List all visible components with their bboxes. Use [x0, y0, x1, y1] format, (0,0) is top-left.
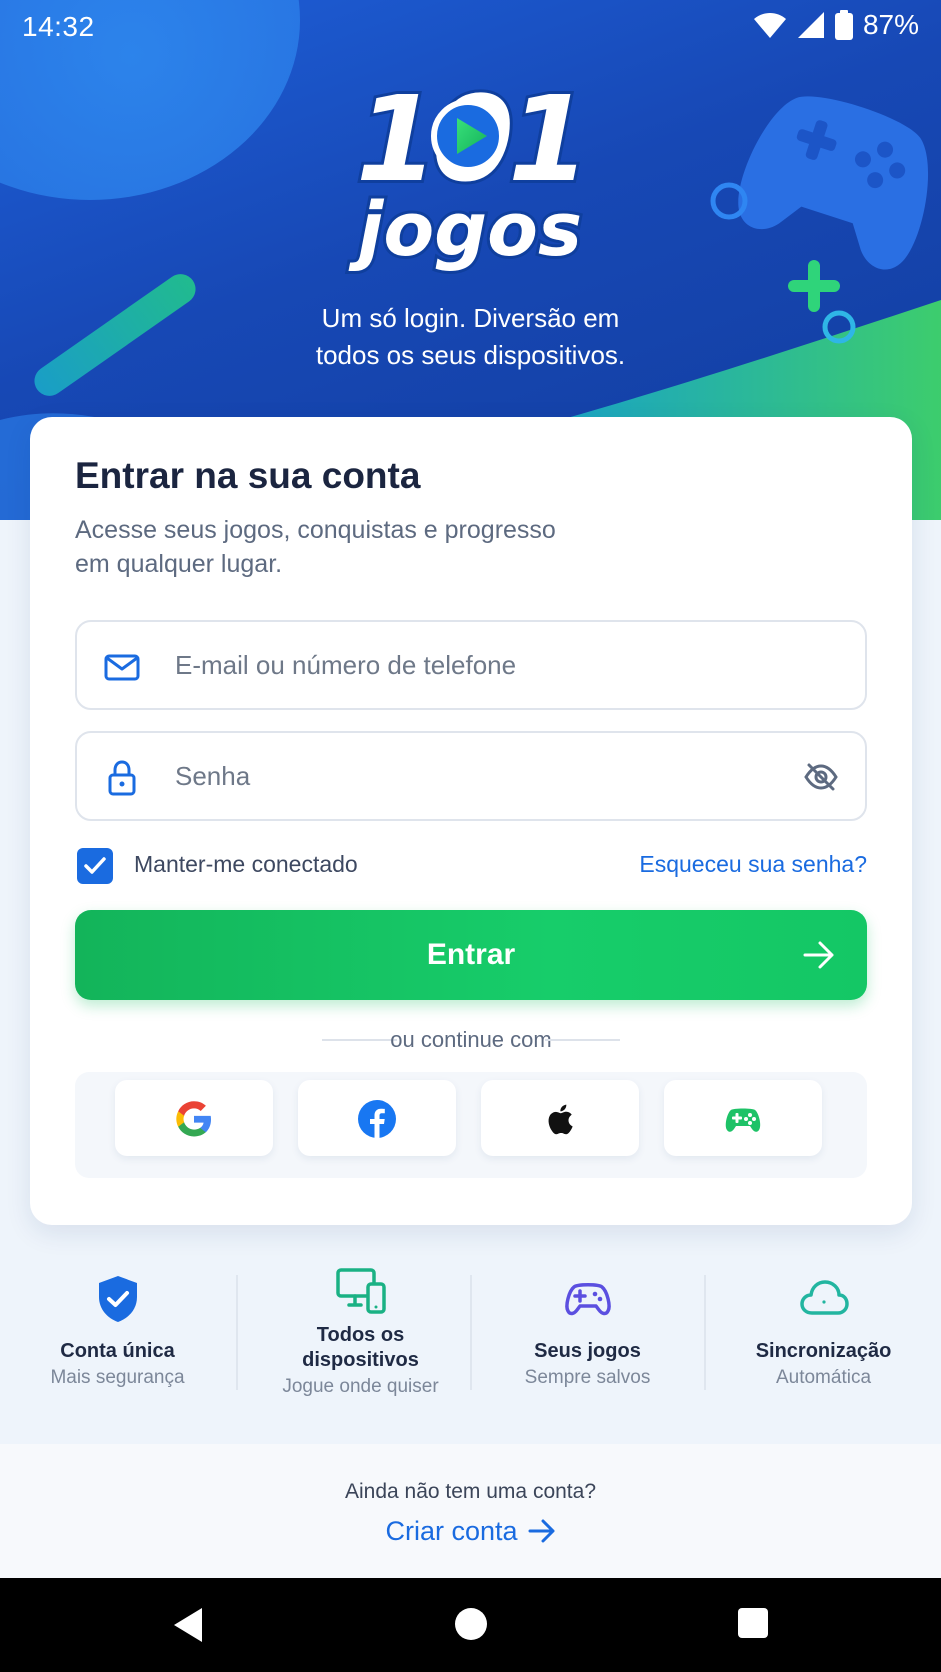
feature-sync: Sincronização Automática [706, 1265, 941, 1415]
wifi-icon [753, 13, 786, 38]
status-bar: 14:32 87% [0, 0, 941, 54]
hero-tagline: Um só login. Diversão em todos os seus d… [0, 300, 941, 374]
card-subtitle: Acesse seus jogos, conquistas e progress… [75, 513, 635, 581]
eye-off-icon[interactable] [803, 759, 839, 795]
feature-title-line: dispositivos [302, 1349, 419, 1371]
social-login-row [75, 1072, 867, 1178]
facebook-icon [358, 1100, 396, 1138]
status-icons: 87% [753, 9, 919, 41]
create-account-link[interactable]: Criar conta [0, 1516, 941, 1547]
forgot-password-link[interactable]: Esqueceu sua senha? [639, 851, 867, 878]
feature-desc: Mais segurança [50, 1367, 185, 1388]
remember-checkbox[interactable] [77, 848, 113, 884]
card-title: Entrar na sua conta [75, 455, 421, 496]
logo-101-jogos: 101 jogos [345, 70, 593, 276]
login-card: Entrar na sua conta Acesse seus jogos, c… [30, 417, 912, 1225]
password-placeholder: Senha [175, 761, 251, 791]
arrow-right-icon [803, 941, 834, 969]
devices-icon [335, 1268, 386, 1314]
facebook-login-button[interactable] [298, 1080, 456, 1156]
remember-row: Manter-me conectado Esqueceu sua senha? [75, 845, 867, 885]
divider-label: ou continue com [390, 1027, 552, 1052]
subtitle-line: Acesse seus jogos, conquistas e progress… [75, 516, 556, 544]
gamepad-icon [564, 1283, 611, 1316]
create-account-label: Criar conta [385, 1516, 518, 1546]
login-button-label: Entrar [426, 938, 516, 971]
check-icon [84, 857, 106, 874]
password-field[interactable]: Senha [75, 731, 867, 821]
signal-icon [797, 12, 824, 38]
cloud-icon [799, 1280, 849, 1315]
tagline-line: Um só login. Diversão em [321, 303, 620, 333]
lock-icon [108, 760, 136, 796]
gamepad-login-button[interactable] [664, 1080, 822, 1156]
features-row: Conta única Mais segurança Todos os disp… [0, 1265, 941, 1415]
feature-title: Todos os dispositivos [243, 1323, 478, 1373]
recents-icon[interactable] [735, 1605, 771, 1641]
google-icon [176, 1101, 211, 1137]
social-divider: ou continue com [75, 1025, 867, 1055]
battery-icon [834, 10, 853, 40]
feature-desc: Automática [775, 1367, 872, 1388]
login-button[interactable]: Entrar [75, 910, 867, 1000]
google-login-button[interactable] [115, 1080, 273, 1156]
android-nav-bar [0, 1578, 941, 1672]
feature-title-line: Todos os [316, 1324, 405, 1346]
status-time: 14:32 [22, 11, 95, 42]
feature-title: Seus jogos [534, 1340, 641, 1362]
logo-word: jogos [348, 187, 582, 273]
feature-your-games: Seus jogos Sempre salvos [470, 1265, 705, 1415]
mail-icon [104, 654, 140, 681]
feature-single-account: Conta única Mais segurança [0, 1265, 235, 1415]
remember-label[interactable]: Manter-me conectado [134, 851, 358, 878]
circle-decoration-icon [710, 182, 748, 220]
feature-all-devices: Todos os dispositivos Jogue onde quiser [243, 1265, 478, 1415]
gamepad-decoration-icon [738, 96, 928, 270]
apple-login-button[interactable] [481, 1080, 639, 1156]
subtitle-line: em qualquer lugar. [75, 550, 283, 578]
signup-question: Ainda não tem uma conta? [345, 1480, 596, 1503]
feature-desc: Sempre salvos [524, 1367, 651, 1388]
arrow-right-icon [528, 1519, 555, 1543]
divider-line [545, 1039, 620, 1041]
back-icon[interactable] [170, 1605, 206, 1645]
signup-section: Ainda não tem uma conta? Criar conta [0, 1444, 941, 1578]
home-icon[interactable] [452, 1605, 490, 1643]
tagline-line: todos os seus dispositivos. [315, 340, 626, 370]
battery-percent: 87% [862, 9, 919, 40]
email-placeholder: E-mail ou número de telefone [175, 650, 517, 680]
shield-icon [98, 1276, 137, 1322]
email-field[interactable]: E-mail ou número de telefone [75, 620, 867, 710]
feature-title: Sincronização [755, 1340, 892, 1362]
gamepad-icon [725, 1108, 761, 1132]
feature-separator [236, 1275, 238, 1390]
feature-title: Conta única [60, 1340, 175, 1362]
apple-icon [548, 1104, 573, 1135]
feature-desc: Jogue onde quiser [282, 1376, 439, 1397]
